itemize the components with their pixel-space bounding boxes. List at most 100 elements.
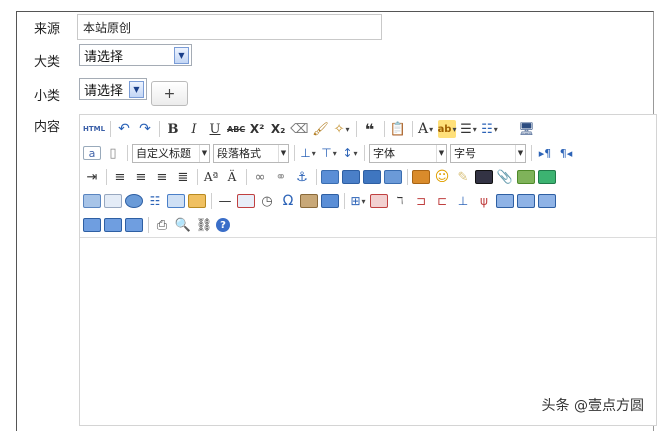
split-to-cols-icon[interactable]	[125, 218, 143, 232]
source-label: 来源	[34, 22, 61, 37]
web-app-icon[interactable]	[188, 194, 206, 208]
fullscreen-icon[interactable]: 🖥	[517, 120, 535, 138]
subcategory-select-value: 请选择	[84, 83, 124, 99]
ltr-direction-icon[interactable]: ▸¶	[536, 144, 554, 162]
insert-table-icon[interactable]: ⊞	[349, 192, 367, 210]
format-brush-icon[interactable]: 🖌	[312, 120, 330, 138]
superscript-icon[interactable]: X²	[248, 120, 266, 138]
chevron-down-icon: ▼	[199, 144, 209, 162]
image-float-right-icon[interactable]	[342, 170, 360, 184]
image-float-none-icon[interactable]	[363, 170, 381, 184]
chevron-down-icon: ▼	[436, 144, 446, 162]
strikethrough-icon[interactable]: ABC	[227, 120, 245, 138]
delete-table-icon[interactable]	[370, 194, 388, 208]
special-char-icon[interactable]: Ω	[279, 192, 297, 210]
merge-cells-icon[interactable]	[496, 194, 514, 208]
italic-icon[interactable]: I	[185, 120, 203, 138]
row-spacing-top-icon[interactable]: ⊥	[299, 144, 317, 162]
unlink-icon[interactable]: ⚭	[272, 168, 290, 186]
page-break-icon[interactable]	[104, 194, 122, 208]
undo-icon[interactable]: ↶	[115, 120, 133, 138]
insert-image-icon[interactable]	[412, 170, 430, 184]
google-map-icon[interactable]	[538, 170, 556, 184]
uppercase-icon[interactable]: Ä	[223, 168, 241, 186]
font-family-select[interactable]: 字体 ▼	[369, 143, 447, 163]
eraser-icon[interactable]: ⌫	[290, 120, 308, 138]
align-left-icon[interactable]: ≡	[111, 168, 129, 186]
rtl-direction-icon[interactable]: ¶◂	[557, 144, 575, 162]
toolbar-row-3: ⇥ ≡ ≡ ≡ ≣ Aª Ä ∞ ⚭ ⚓ ☺ ✎ 📎	[83, 167, 559, 187]
paste-plain-icon[interactable]: 📋	[389, 120, 407, 138]
bold-icon[interactable]: B	[164, 120, 182, 138]
editor-toolbar: HTML ↶ ↷ B I U ABC X² X₂ ⌫ 🖌 ✧ ❝ 📋 A ab …	[80, 115, 656, 238]
watermark-text: 头条 @壹点方圆	[541, 398, 644, 414]
subcategory-label: 小类	[34, 89, 61, 104]
template-icon[interactable]: ☷	[146, 192, 164, 210]
print-icon[interactable]: ⎙	[153, 216, 171, 234]
subscript-icon[interactable]: X₂	[269, 120, 287, 138]
anchor-icon[interactable]: ⚓	[293, 168, 311, 186]
select-all-icon[interactable]: a	[83, 146, 101, 160]
custom-heading-value: 自定义标题	[136, 147, 191, 160]
image-float-left-icon[interactable]	[321, 170, 339, 184]
toolbar-row-4: ☷ — ◷ Ω ⊞ ℸ ⊐ ⊏ ⊥ ψ	[83, 191, 559, 211]
emoticon-icon[interactable]: ☺	[433, 168, 451, 186]
toolbar-row-1: HTML ↶ ↷ B I U ABC X² X₂ ⌫ 🖌 ✧ ❝ 📋 A ab …	[83, 119, 538, 139]
delete-row-icon[interactable]: ⊥	[454, 192, 472, 210]
insert-col-icon[interactable]: ⊏	[433, 192, 451, 210]
align-justify-icon[interactable]: ≣	[174, 168, 192, 186]
ordered-list-icon[interactable]: ☰	[459, 120, 477, 138]
lowercase-icon[interactable]: Aª	[202, 168, 220, 186]
delete-col-icon[interactable]: ψ	[475, 192, 493, 210]
insert-frame-icon[interactable]	[83, 194, 101, 208]
insert-code-icon[interactable]	[167, 194, 185, 208]
scrawl-icon[interactable]: ✎	[454, 168, 472, 186]
chevron-down-icon: ▼	[515, 144, 525, 162]
split-to-rows-icon[interactable]	[104, 218, 122, 232]
snapscreen-icon[interactable]	[321, 194, 339, 208]
map-icon[interactable]	[517, 170, 535, 184]
split-to-cells-icon[interactable]	[83, 218, 101, 232]
date-icon[interactable]	[237, 194, 255, 208]
preview-icon[interactable]: 🔍	[174, 216, 192, 234]
search-replace-icon[interactable]: ⛓	[195, 216, 213, 234]
source-input[interactable]	[77, 14, 382, 40]
line-height-icon[interactable]: ↕	[341, 144, 359, 162]
background-icon[interactable]	[125, 194, 143, 208]
align-center-icon[interactable]: ≡	[132, 168, 150, 186]
insert-caption-icon[interactable]: ℸ	[391, 192, 409, 210]
unordered-list-icon[interactable]: ☷	[480, 120, 498, 138]
link-icon[interactable]: ∞	[251, 168, 269, 186]
insert-row-icon[interactable]: ⊐	[412, 192, 430, 210]
merge-right-icon[interactable]	[517, 194, 535, 208]
image-center-icon[interactable]	[384, 170, 402, 184]
highlight-color-icon[interactable]: ab	[437, 120, 457, 138]
font-size-select[interactable]: 字号 ▼	[450, 143, 526, 163]
blockquote-icon[interactable]: ❝	[361, 120, 379, 139]
word-image-icon[interactable]	[300, 194, 318, 208]
align-right-icon[interactable]: ≡	[153, 168, 171, 186]
custom-heading-select[interactable]: 自定义标题 ▼	[132, 143, 210, 163]
row-spacing-bottom-icon[interactable]: ⊤	[320, 144, 338, 162]
paragraph-format-select[interactable]: 段落格式 ▼	[213, 143, 289, 163]
horizontal-rule-icon[interactable]: —	[216, 192, 234, 210]
help-icon[interactable]: ?	[216, 218, 230, 232]
redo-icon[interactable]: ↷	[136, 120, 154, 138]
category-select[interactable]: 请选择 ▼	[79, 44, 192, 66]
time-icon[interactable]: ◷	[258, 192, 276, 210]
clear-document-icon[interactable]: ▯	[104, 144, 122, 162]
merge-down-icon[interactable]	[538, 194, 556, 208]
toolbar-row-2: a ▯ 自定义标题 ▼ 段落格式 ▼ ⊥ ⊤ ↕ 字体 ▼ 字号 ▼	[83, 143, 578, 163]
insert-video-icon[interactable]	[475, 170, 493, 184]
underline-icon[interactable]: U	[206, 120, 224, 138]
attachment-icon[interactable]: 📎	[496, 168, 514, 186]
html-source-button[interactable]: HTML	[83, 120, 105, 138]
subcategory-select[interactable]: 请选择 ▼	[79, 78, 147, 100]
auto-format-icon[interactable]: ✧	[333, 120, 351, 138]
font-family-value: 字体	[373, 147, 395, 160]
font-color-icon[interactable]: A	[417, 120, 435, 138]
toolbar-row-5: ⎙ 🔍 ⛓ ?	[83, 215, 233, 235]
category-label: 大类	[34, 55, 61, 70]
add-subcategory-button[interactable]: +	[151, 81, 188, 106]
indent-icon[interactable]: ⇥	[83, 168, 101, 186]
